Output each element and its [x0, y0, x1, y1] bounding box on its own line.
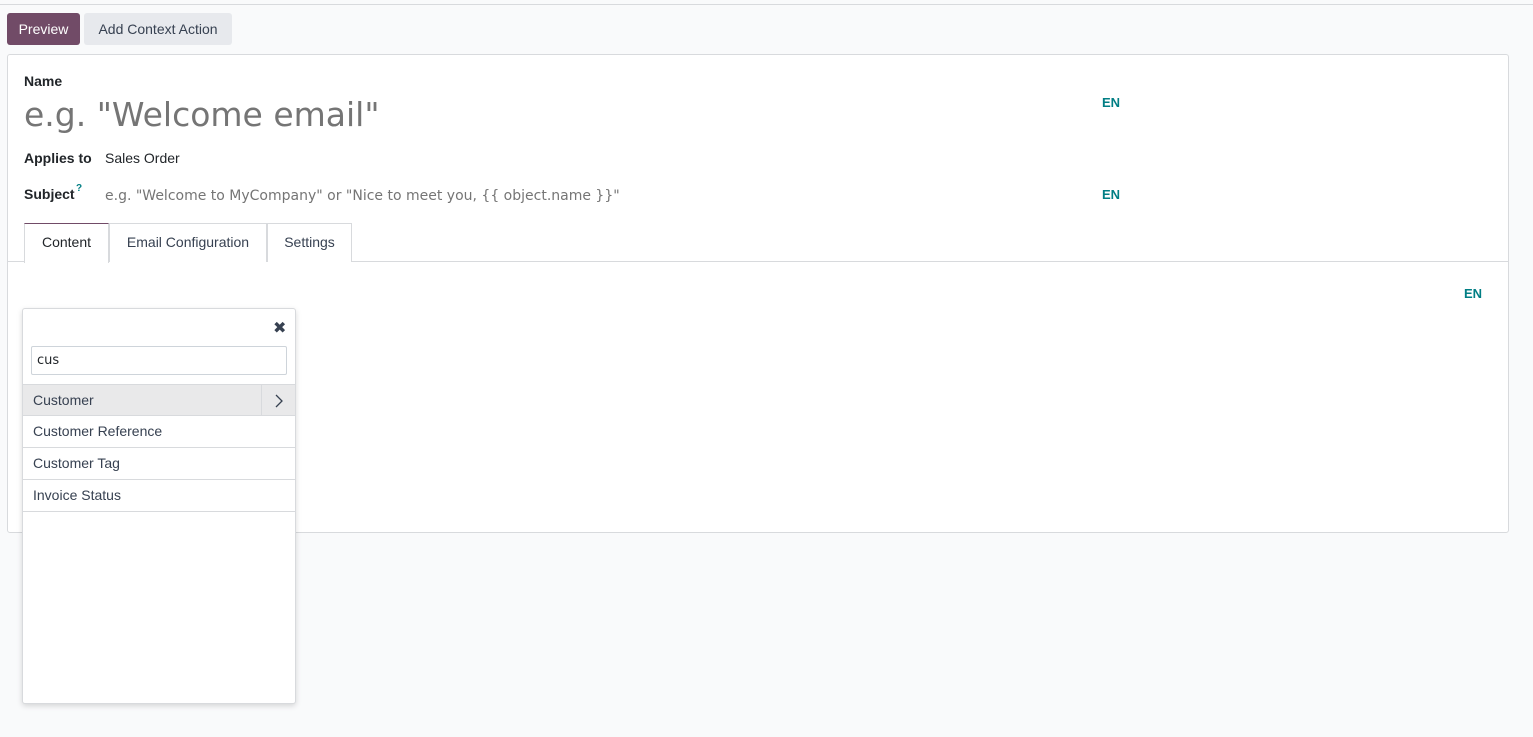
add-context-action-button[interactable]: Add Context Action	[84, 13, 232, 45]
tab-email-configuration[interactable]: Email Configuration	[109, 223, 267, 262]
applies-to-label: Applies to	[24, 150, 92, 166]
field-item-label: Customer Reference	[33, 423, 163, 439]
field-item-customer-tag[interactable]: Customer Tag	[23, 448, 295, 480]
chevron-right-icon[interactable]	[261, 385, 295, 416]
name-language-button[interactable]: EN	[1102, 95, 1120, 110]
name-input[interactable]	[24, 93, 1084, 137]
field-item-customer[interactable]: Customer	[23, 384, 295, 416]
subject-input[interactable]	[105, 186, 1085, 206]
preview-button[interactable]: Preview	[7, 13, 80, 45]
field-search-input[interactable]	[31, 346, 287, 375]
top-divider	[0, 4, 1533, 5]
subject-help-icon[interactable]: ?	[76, 183, 82, 194]
field-item-label: Customer	[33, 392, 94, 408]
tab-content[interactable]: Content	[24, 223, 109, 263]
subject-language-button[interactable]: EN	[1102, 187, 1120, 202]
close-icon[interactable]: ✖	[273, 321, 286, 337]
name-label: Name	[24, 73, 63, 89]
field-item-customer-reference[interactable]: Customer Reference	[23, 416, 295, 448]
tab-settings[interactable]: Settings	[267, 223, 352, 262]
subject-label: Subject	[24, 186, 75, 202]
field-item-invoice-status[interactable]: Invoice Status	[23, 480, 295, 512]
applies-to-value: Sales Order	[105, 150, 180, 166]
field-item-label: Invoice Status	[33, 487, 121, 503]
body-language-button[interactable]: EN	[1464, 286, 1482, 301]
field-item-label: Customer Tag	[33, 455, 120, 471]
field-selector-popover: ✖ Customer Customer Reference Customer T…	[22, 308, 296, 704]
